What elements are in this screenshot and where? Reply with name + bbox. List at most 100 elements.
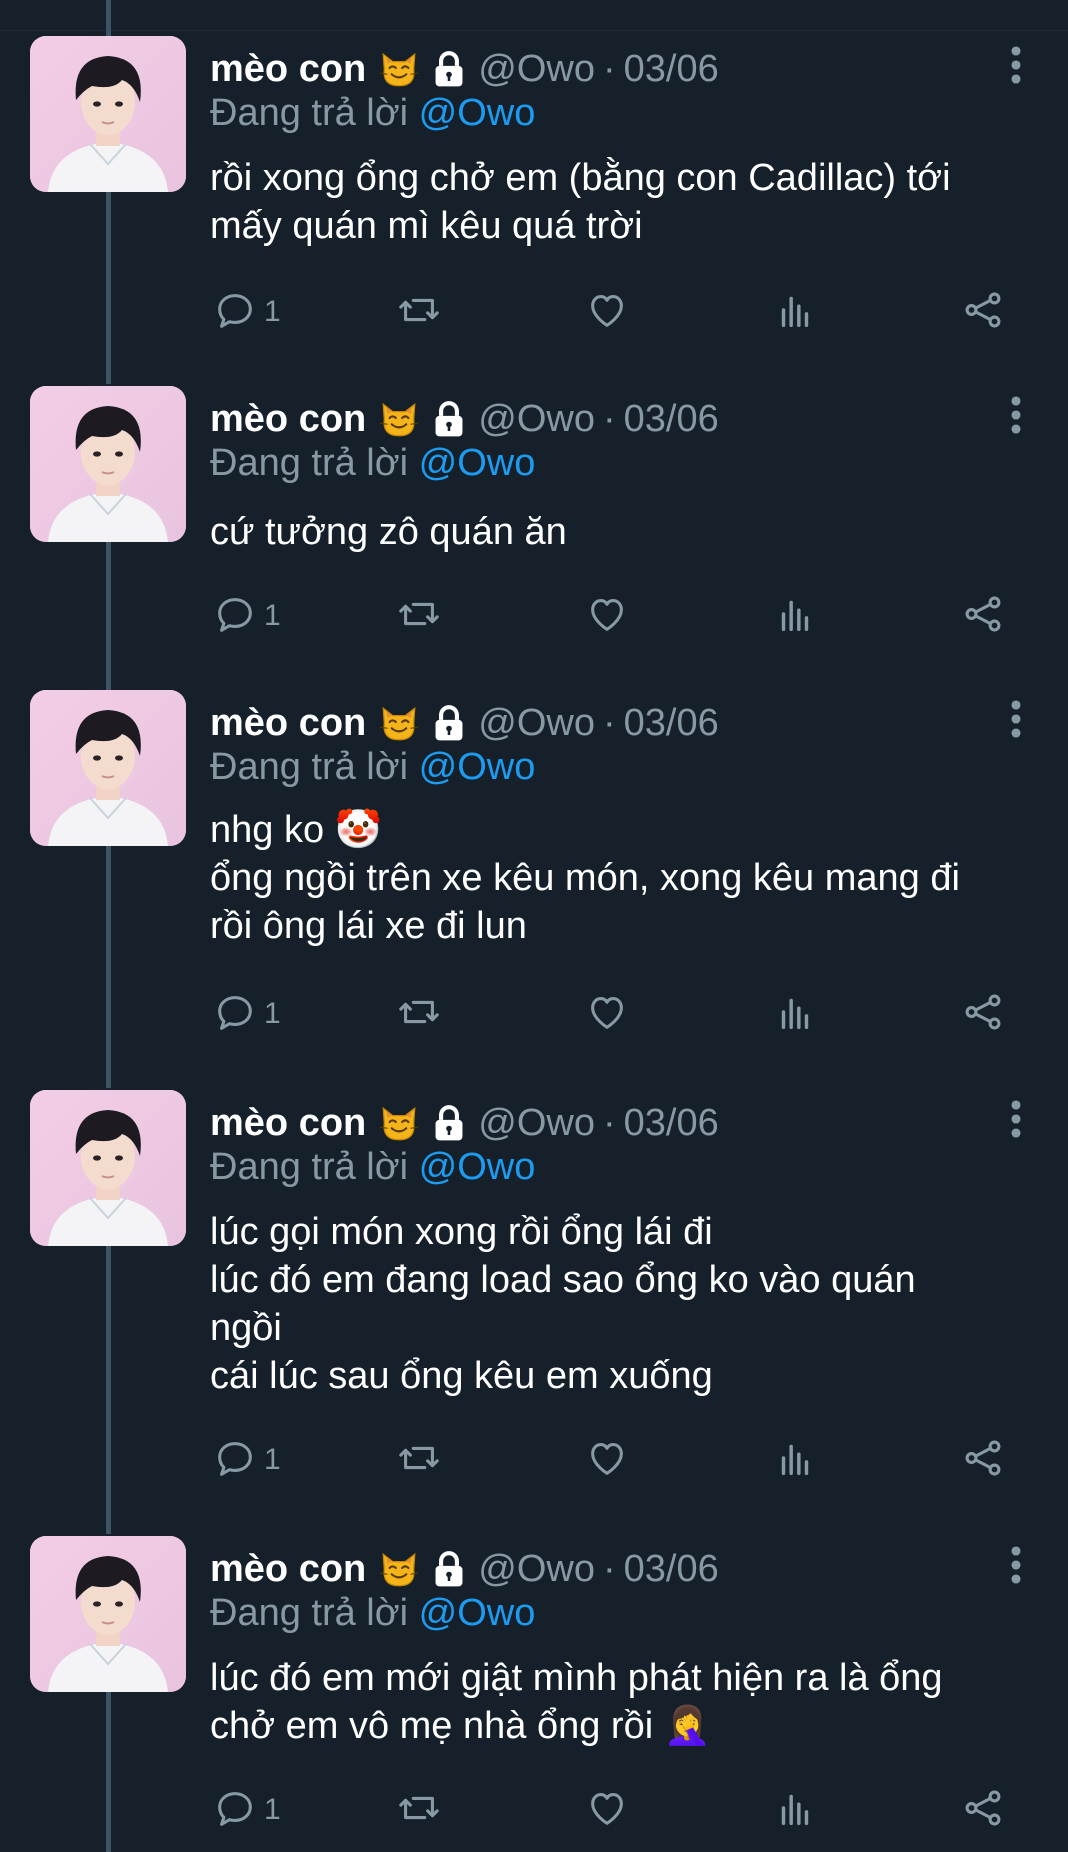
tweet-header: mèo con @Owo · 03/06 [210,698,719,748]
views-button[interactable] [772,592,818,640]
more-icon[interactable] [1004,1544,1028,1586]
tweet-date[interactable]: 03/06 [624,398,719,441]
share-icon [960,1785,1006,1836]
reply-count: 1 [264,1443,281,1476]
tweet-text: nhg ko 🤡 ổng ngồi trên xe kêu món, xong … [210,809,960,947]
tweet-date[interactable]: 03/06 [624,702,719,745]
replying-label: Đang trả lời [210,1146,409,1188]
retweet-icon [396,287,442,338]
cat-emoji [378,398,420,440]
separator: · [602,701,616,744]
retweet-button[interactable] [396,592,442,640]
replying-to: Đang trả lời @Owo [210,92,535,135]
tweet-header: mèo con @Owo · 03/06 [210,1544,719,1594]
avatar[interactable] [30,690,186,846]
tweet[interactable]: mèo con @Owo · 03/06 Đang trả lời @Owo c… [0,386,1068,656]
mention-link[interactable]: @Owo [419,746,536,788]
reply-button[interactable]: 1 [212,1436,281,1484]
retweet-button[interactable] [396,990,442,1038]
lock-icon [430,1548,468,1590]
reply-icon [212,989,258,1040]
share-button[interactable] [960,592,1006,640]
share-icon [960,1435,1006,1486]
display-name[interactable]: mèo con [210,1548,366,1591]
like-icon [584,1785,630,1836]
display-name[interactable]: mèo con [210,48,366,91]
cat-emoji [378,48,420,90]
more-icon[interactable] [1004,1098,1028,1140]
mention-link[interactable]: @Owo [419,442,536,484]
avatar[interactable] [30,1090,186,1246]
lock-icon [430,398,468,440]
like-button[interactable] [584,1436,630,1484]
like-button[interactable] [584,990,630,1038]
tweet[interactable]: mèo con @Owo · 03/06 Đang trả lời @Owo n… [0,690,1068,1060]
reply-count: 1 [264,997,281,1030]
reply-button[interactable]: 1 [212,288,281,336]
separator: · [602,1101,616,1144]
tweet-date[interactable]: 03/06 [624,48,719,91]
views-button[interactable] [772,990,818,1038]
views-button[interactable] [772,1436,818,1484]
more-icon[interactable] [1004,698,1028,740]
retweet-button[interactable] [396,1786,442,1834]
replying-to: Đang trả lời @Owo [210,442,535,485]
mention-link[interactable]: @Owo [419,92,536,134]
reply-count: 1 [264,295,281,328]
handle[interactable]: @Owo [478,48,595,91]
like-button[interactable] [584,592,630,640]
replying-to: Đang trả lời @Owo [210,746,535,789]
lock-icon [430,48,468,90]
reply-count: 1 [264,599,281,632]
tweet-text: lúc đó em mới giật mình phát hiện ra là … [210,1657,943,1747]
reply-icon [212,287,258,338]
more-icon[interactable] [1004,44,1028,86]
reply-button[interactable]: 1 [212,990,281,1038]
views-button[interactable] [772,1786,818,1834]
retweet-button[interactable] [396,288,442,336]
reply-button[interactable]: 1 [212,592,281,640]
replying-label: Đang trả lời [210,442,409,484]
action-bar: 1 [210,1786,1010,1834]
top-divider [0,0,1068,31]
mention-link[interactable]: @Owo [419,1146,536,1188]
replying-label: Đang trả lời [210,92,409,134]
more-icon[interactable] [1004,394,1028,436]
retweet-button[interactable] [396,1436,442,1484]
thread-line [106,0,111,36]
avatar[interactable] [30,1536,186,1692]
share-button[interactable] [960,990,1006,1038]
handle[interactable]: @Owo [478,1102,595,1145]
like-button[interactable] [584,1786,630,1834]
reply-count: 1 [264,1793,281,1826]
tweet[interactable]: mèo con @Owo · 03/06 Đang trả lời @Owo l… [0,1536,1068,1852]
handle[interactable]: @Owo [478,398,595,441]
tweet-date[interactable]: 03/06 [624,1102,719,1145]
avatar[interactable] [30,386,186,542]
views-button[interactable] [772,288,818,336]
share-button[interactable] [960,1436,1006,1484]
views-icon [772,989,818,1040]
display-name[interactable]: mèo con [210,398,366,441]
share-icon [960,989,1006,1040]
mention-link[interactable]: @Owo [419,1592,536,1634]
like-icon [584,591,630,642]
reply-button[interactable]: 1 [212,1786,281,1834]
like-button[interactable] [584,288,630,336]
display-name[interactable]: mèo con [210,702,366,745]
handle[interactable]: @Owo [478,702,595,745]
share-button[interactable] [960,1786,1006,1834]
share-button[interactable] [960,288,1006,336]
action-bar: 1 [210,990,1010,1038]
like-icon [584,1435,630,1486]
reply-icon [212,1435,258,1486]
cat-emoji [378,702,420,744]
avatar[interactable] [30,36,186,192]
display-name[interactable]: mèo con [210,1102,366,1145]
tweet-date[interactable]: 03/06 [624,1548,719,1591]
handle[interactable]: @Owo [478,1548,595,1591]
reply-icon [212,591,258,642]
tweet[interactable]: mèo con @Owo · 03/06 Đang trả lời @Owo l… [0,1090,1068,1510]
tweet[interactable]: mèo con @Owo · 03/06 Đang trả lời @Owo r… [0,36,1068,356]
cat-emoji [378,1548,420,1590]
